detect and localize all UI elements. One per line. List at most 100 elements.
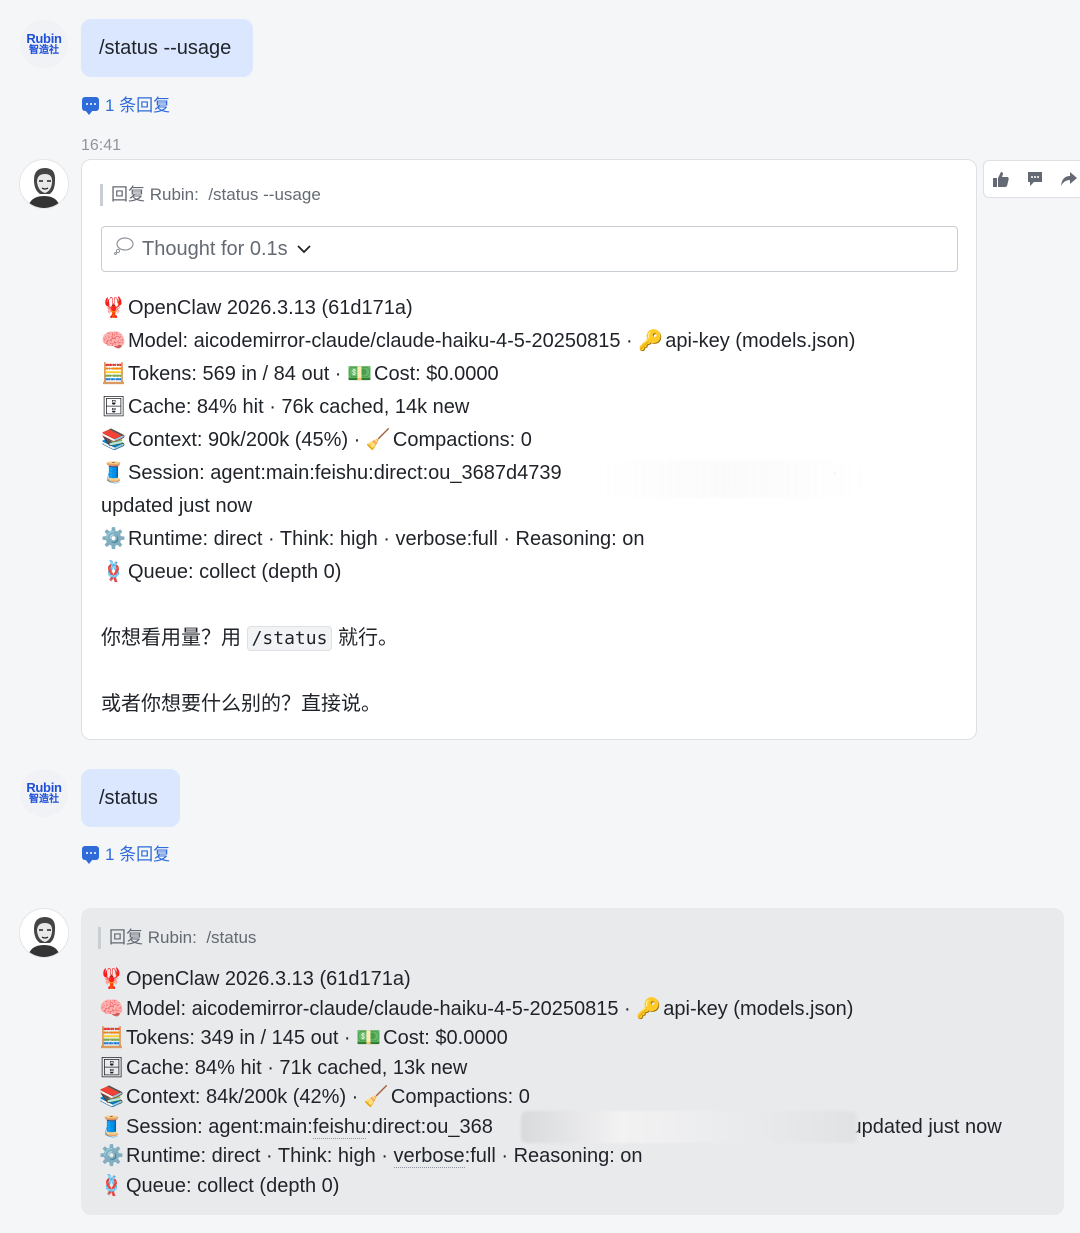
status-text: :full · Reasoning: on [464, 1145, 643, 1167]
broom-icon: 🧹 [363, 1086, 389, 1108]
status-text: Compactions: 0 [390, 1086, 530, 1108]
thumbs-up-icon [993, 172, 1009, 187]
comment-button[interactable] [1018, 162, 1052, 196]
brain-icon: 🧠 [101, 330, 126, 352]
status-text: Context: 90k/200k (45%) · [128, 429, 361, 451]
status-line-tokens: 🧮 Tokens: 569 in / 84 out · 💵 Cost: $0.000… [101, 358, 855, 391]
lobster-icon: 🦞 [99, 968, 124, 990]
status-text: Cost: $0.0000 [374, 363, 499, 385]
user-message-bubble: /status --usage [81, 19, 254, 77]
status-text: Runtime: direct · Think: high · verbose:… [128, 528, 645, 550]
redaction-mask [521, 1111, 857, 1143]
queue-icon: 🪢 [99, 1174, 124, 1197]
status-text: Tokens: 569 in / 84 out · [128, 363, 342, 385]
status-line-runtime: ⚙️ Runtime: direct · Think: high · verbos… [101, 523, 855, 556]
cabinet-icon: 🗄 [101, 396, 127, 418]
chevron-down-icon [296, 238, 312, 261]
thread-spool-icon: 🧵 [101, 462, 126, 484]
reply-paragraph-1: 你想看用量？用 /status 就行。 [101, 622, 398, 655]
message-action-toolbar [983, 160, 1080, 198]
bot-reply-card: 回复 Rubin: /status --usage Thought for 0.… [81, 159, 977, 740]
abacus-icon: 🧮 [99, 1027, 124, 1049]
lobster-icon: 🦞 [101, 297, 126, 319]
status-text: updated just now [101, 495, 253, 517]
bot-portrait-icon [20, 160, 68, 208]
status-text: Queue: collect (depth 0) [128, 561, 342, 583]
user-avatar[interactable]: Rubin 智造社 [20, 769, 68, 817]
reply-thread-icon [82, 845, 99, 864]
gear-icon: ⚙️ [101, 528, 126, 550]
gear-icon: ⚙️ [99, 1145, 124, 1167]
user-message-text: /status [99, 786, 158, 809]
user-message-text: /status --usage [99, 36, 232, 59]
status-text: api-key (models.json) [665, 330, 856, 352]
bot-avatar[interactable] [19, 908, 69, 958]
bot-portrait-icon [20, 909, 68, 957]
status-text: Cache: 84% hit · 71k cached, 13k new [126, 1056, 468, 1079]
forward-button[interactable] [1052, 162, 1080, 196]
status-text: Compactions: 0 [392, 429, 532, 451]
avatar-line2: 智造社 [29, 45, 59, 56]
status-line-model: 🧠 Model: aicodemirror-claude/claude-haiku… [99, 995, 1002, 1025]
para-text: 你想看用量？用 [101, 627, 241, 649]
status-text: Queue: collect (depth 0) [126, 1174, 340, 1197]
bot-avatar[interactable] [19, 159, 69, 209]
status-line-cache: 🗄Cache: 84% hit · 76k cached, 14k new [101, 391, 855, 424]
reply-thread-link[interactable]: 1 条回复 [82, 91, 170, 116]
status-line-model: 🧠 Model: aicodemirror-claude/claude-haiku… [101, 325, 855, 358]
status-text: Cache: 84% hit · 76k cached, 14k new [128, 396, 470, 418]
status-text: Runtime: direct · Think: high · [126, 1145, 388, 1167]
session-link[interactable]: feishu [312, 1115, 367, 1139]
status-text: Session: agent:main: [126, 1115, 313, 1138]
thread-spool-icon: 🧵 [99, 1115, 124, 1138]
inline-code: /status [246, 626, 333, 651]
status-line-runtime: ⚙️ Runtime: direct · Think: high · verbos… [99, 1142, 1002, 1172]
user-avatar[interactable]: Rubin 智造社 [20, 20, 68, 68]
status-text: Model: aicodemirror-claude/claude-haiku-… [128, 330, 633, 352]
reply-quote: 回复 Rubin: /status [98, 927, 256, 949]
reply-count-label: 1 条回复 [105, 96, 171, 115]
status-text: Tokens: 349 in / 145 out · [126, 1027, 351, 1049]
reply-count-label: 1 条回复 [105, 845, 171, 864]
status-text: :direct:ou_368 [366, 1115, 493, 1138]
quote-text: /status [206, 928, 257, 947]
status-line-tokens: 🧮 Tokens: 349 in / 145 out · 💵 Cost: $0.00… [99, 1024, 1002, 1054]
comment-icon [1028, 172, 1042, 186]
status-line-queue: 🪢 Queue: collect (depth 0) [101, 556, 855, 589]
status-text: Cost: $0.0000 [383, 1027, 508, 1049]
status-block: 🦞 OpenClaw 2026.3.13 (61d171a) 🧠 Model: ai… [99, 965, 1002, 1201]
broom-icon: 🧹 [365, 429, 391, 451]
status-line-cache: 🗄Cache: 84% hit · 71k cached, 13k new [99, 1054, 1002, 1084]
quote-prefix: 回复 Rubin: [109, 928, 197, 947]
key-icon: 🔑 [636, 997, 662, 1020]
abacus-icon: 🧮 [101, 363, 126, 385]
status-block: 🦞 OpenClaw 2026.3.13 (61d171a) 🧠 Model: ai… [101, 292, 855, 589]
money-icon: 💵 [356, 1027, 382, 1049]
para-text: 就行。 [337, 627, 398, 649]
status-text: Context: 84k/200k (42%) · [126, 1086, 359, 1108]
bot-reply-bubble: 回复 Rubin: /status 🦞 OpenClaw 2026.3.13 (6… [81, 908, 1064, 1215]
status-text: OpenClaw 2026.3.13 (61d171a) [128, 297, 413, 319]
thought-bubble-icon [114, 237, 134, 261]
brain-icon: 🧠 [99, 997, 124, 1020]
user-message-bubble: /status [81, 769, 180, 827]
thumbs-up-button[interactable] [984, 162, 1018, 196]
reply-quote: 回复 Rubin: /status --usage [100, 184, 321, 206]
status-line-context: 📚 Context: 84k/200k (42%) · 🧹 Compactions:… [99, 1083, 1002, 1113]
thought-toggle[interactable]: Thought for 0.1s [101, 226, 958, 272]
reply-thread-link[interactable]: 1 条回复 [82, 840, 170, 865]
cabinet-icon: 🗄 [99, 1056, 125, 1079]
status-text: OpenClaw 2026.3.13 (61d171a) [126, 968, 411, 990]
verbose-link[interactable]: verbose [393, 1145, 465, 1168]
avatar-line2: 智造社 [29, 794, 59, 805]
status-line-context: 📚 Context: 90k/200k (45%) · 🧹 Compactions:… [101, 424, 855, 457]
quote-prefix: 回复 Rubin: [111, 185, 199, 204]
redaction-mask [597, 460, 862, 498]
reply-thread-icon [82, 96, 99, 115]
quote-text: /status --usage [208, 185, 321, 204]
status-line-version: 🦞 OpenClaw 2026.3.13 (61d171a) [101, 292, 855, 325]
status-text: Session: agent:main:feishu:direct:ou_368… [128, 462, 562, 484]
queue-icon: 🪢 [101, 561, 126, 583]
thought-label: Thought for 0.1s [142, 237, 288, 260]
avatar-line1: Rubin [26, 780, 62, 795]
